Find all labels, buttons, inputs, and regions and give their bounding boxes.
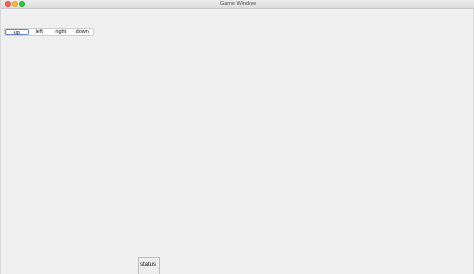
down-button[interactable]: down <box>72 29 94 35</box>
window-title: Game Window <box>219 1 257 7</box>
direction-button-group: up left right down <box>4 28 94 36</box>
game-window: Game Window up left right down status <box>0 0 474 274</box>
status-label: status <box>138 257 160 274</box>
left-button[interactable]: left <box>29 29 51 35</box>
title-bar[interactable]: Game Window <box>1 0 474 9</box>
right-button[interactable]: right <box>50 29 72 35</box>
up-button[interactable]: up <box>5 29 29 36</box>
